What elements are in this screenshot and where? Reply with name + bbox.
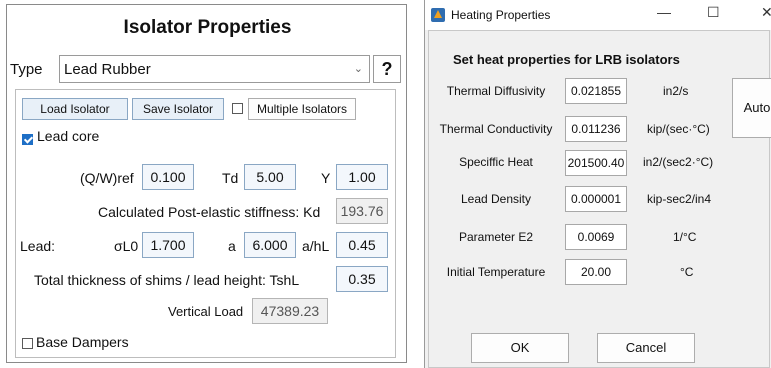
ok-button[interactable]: OK — [471, 333, 569, 363]
a-label: a — [228, 238, 236, 254]
kd-label: Calculated Post-elastic stiffness: Kd — [98, 204, 321, 220]
qw-ref-label: (Q/W)ref — [80, 170, 134, 186]
a-field[interactable]: 6.000 — [244, 232, 296, 258]
tshl-label: Total thickness of shims / lead height: … — [34, 272, 300, 288]
thermal-conductivity-label: Thermal Conductivity — [439, 122, 553, 136]
sigma-l0-label: σL0 — [114, 238, 139, 254]
y-label: Y — [321, 170, 331, 186]
window-title: Heating Properties — [451, 8, 551, 22]
initial-temperature-field[interactable]: 20.00 — [565, 259, 627, 285]
a-hl-label: a/hL — [302, 238, 330, 254]
matlab-app-icon — [431, 8, 445, 22]
thermal-diffusivity-unit: in2/s — [663, 84, 689, 98]
lead-density-unit: kip-sec2/in4 — [647, 192, 712, 206]
minimize-icon[interactable]: — — [657, 4, 671, 20]
window-titlebar: Heating Properties — ☐ ✕ — [425, 0, 771, 30]
specific-heat-label: Speciffic Heat — [459, 155, 533, 169]
y-field[interactable]: 1.00 — [336, 164, 388, 190]
chevron-down-icon: ⌄ — [353, 63, 363, 75]
td-label: Td — [222, 170, 239, 186]
thermal-conductivity-field[interactable]: 0.011236 — [565, 116, 627, 142]
specific-heat-unit: in2/(sec2·°C) — [643, 155, 714, 169]
vertical-load-field: 47389.23 — [252, 298, 328, 324]
auto-button[interactable]: Auto — [732, 78, 771, 138]
base-dampers-label: Base Dampers — [36, 334, 129, 350]
kd-field: 193.76 — [336, 198, 388, 224]
vertical-load-label: Vertical Load — [168, 304, 244, 319]
parameter-e2-unit: 1/°C — [673, 230, 697, 244]
load-isolator-button[interactable]: Load Isolator — [22, 98, 128, 120]
initial-temperature-label: Initial Temperature — [446, 265, 546, 279]
thermal-diffusivity-label: Thermal Diffusivity — [446, 84, 546, 98]
thermal-conductivity-unit: kip/(sec·°C) — [647, 122, 710, 136]
thermal-diffusivity-field[interactable]: 0.021855 — [565, 78, 627, 104]
lead-density-label: Lead Density — [460, 192, 532, 206]
save-isolator-button[interactable]: Save Isolator — [132, 98, 224, 120]
lead-core-checkbox[interactable] — [22, 134, 33, 145]
td-field[interactable]: 5.00 — [244, 164, 296, 190]
help-button[interactable]: ? — [373, 55, 401, 83]
type-select-value: Lead Rubber — [64, 61, 151, 78]
tshl-field[interactable]: 0.35 — [336, 266, 388, 292]
isolator-options-box: Load Isolator Save Isolator Multiple Iso… — [15, 89, 396, 358]
cancel-button[interactable]: Cancel — [597, 333, 695, 363]
lead-label: Lead: — [20, 238, 56, 254]
initial-temperature-unit: °C — [680, 265, 694, 279]
lead-density-field[interactable]: 0.000001 — [565, 186, 627, 212]
multiple-isolators-checkbox[interactable] — [232, 103, 243, 114]
close-icon[interactable]: ✕ — [761, 4, 771, 21]
lead-core-label: Lead core — [37, 128, 100, 144]
parameter-e2-field[interactable]: 0.0069 — [565, 224, 627, 250]
panel-title: Isolator Properties — [123, 17, 292, 38]
type-label: Type — [10, 61, 43, 78]
sigma-l0-field[interactable]: 1.700 — [142, 232, 194, 258]
isolator-properties-panel: Isolator Properties Type Lead Rubber ⌄ ?… — [6, 4, 407, 363]
heating-properties-window: Heating Properties — ☐ ✕ Set heat proper… — [424, 0, 771, 368]
maximize-icon[interactable]: ☐ — [707, 4, 720, 21]
multiple-isolators-label[interactable]: Multiple Isolators — [248, 98, 356, 120]
specific-heat-field[interactable]: 201500.40 — [565, 150, 627, 176]
type-select[interactable]: Lead Rubber ⌄ — [59, 55, 370, 83]
base-dampers-checkbox[interactable] — [22, 338, 33, 349]
qw-ref-field[interactable]: 0.100 — [142, 164, 194, 190]
dialog-heading: Set heat properties for LRB isolators — [453, 52, 680, 67]
parameter-e2-label: Parameter E2 — [458, 230, 534, 244]
a-hl-field[interactable]: 0.45 — [336, 232, 388, 258]
